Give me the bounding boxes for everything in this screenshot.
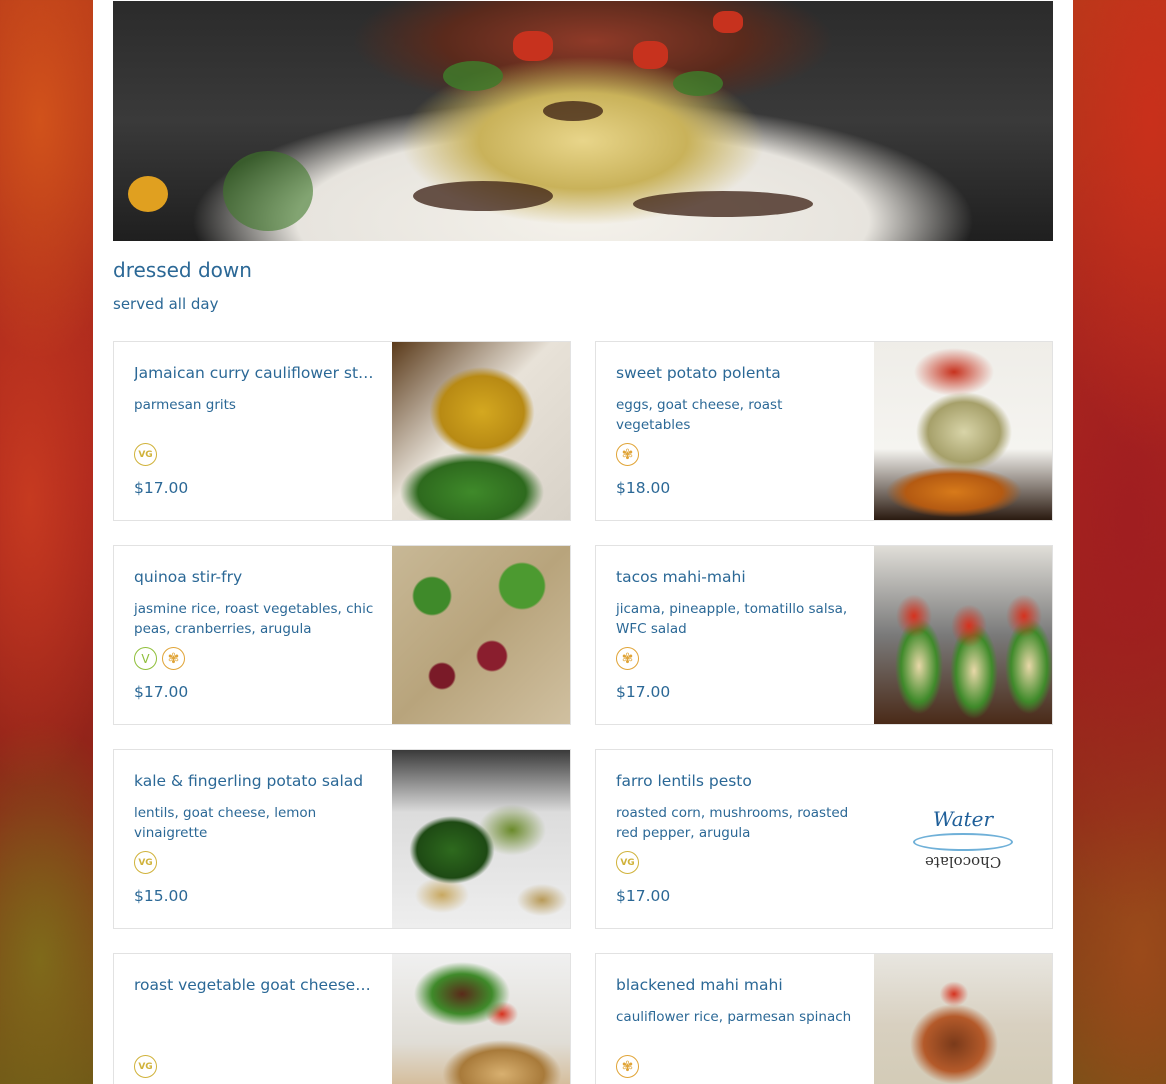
menu-item-name: Jamaican curry cauliflower steak <box>134 364 374 382</box>
menu-item-price: $17.00 <box>134 479 189 497</box>
menu-item-description: eggs, goat cheese, roast vegetables <box>616 397 783 433</box>
menu-item-price: $17.00 <box>616 887 671 905</box>
gluten-free-icon: ✾ <box>616 647 639 670</box>
gluten-free-icon: ✾ <box>162 647 185 670</box>
menu-item-name: quinoa stir-fry <box>134 568 243 586</box>
menu-item-description: jicama, pineapple, tomatillo salsa, WFC … <box>616 601 848 637</box>
mahi-photo <box>874 954 1052 1084</box>
section-title: dressed down <box>113 258 252 282</box>
diet-icons: VG <box>616 851 639 874</box>
diet-icons: VG <box>134 851 157 874</box>
menu-item-name: sweet potato polenta <box>616 364 781 382</box>
logo-text-inverted: Chocolate <box>924 853 1002 871</box>
menu-item-card[interactable]: Jamaican curry cauliflower steak parmesa… <box>113 341 571 521</box>
vegetarian-icon: VG <box>616 851 639 874</box>
gluten-free-icon: ✾ <box>616 443 639 466</box>
quinoa-photo <box>392 546 570 724</box>
menu-item-card[interactable]: farro lentils pesto roasted corn, mushro… <box>595 749 1053 929</box>
quesadilla-photo <box>392 954 570 1084</box>
vegetarian-icon: VG <box>134 443 157 466</box>
diet-icons: ✾ <box>616 1055 639 1078</box>
kale-salad-photo <box>392 750 570 928</box>
menu-item-description: jasmine rice, roast vegetables, chic pea… <box>134 601 374 637</box>
menu-item-name: tacos mahi-mahi <box>616 568 746 586</box>
menu-page: dressed down served all day Jamaican cur… <box>93 0 1073 1084</box>
menu-item-card[interactable]: quinoa stir-fry jasmine rice, roast vege… <box>113 545 571 725</box>
menu-item-description: lentils, goat cheese, lemon vinaigrette <box>134 805 317 841</box>
menu-item-description: roasted corn, mushrooms, roasted red pep… <box>616 805 849 841</box>
menu-item-price: $18.00 <box>616 479 671 497</box>
menu-item-card[interactable]: blackened mahi mahi cauliflower rice, pa… <box>595 953 1053 1084</box>
menu-item-card[interactable]: kale & fingerling potato salad lentils, … <box>113 749 571 929</box>
section-subtitle: served all day <box>113 295 219 313</box>
tacos-photo <box>874 546 1052 724</box>
page-background: { "hero": { "image": "hero-dish-photo" }… <box>0 0 1166 1084</box>
menu-item-description: parmesan grits <box>134 397 236 413</box>
menu-item-card[interactable]: sweet potato polenta eggs, goat cheese, … <box>595 341 1053 521</box>
hero-image <box>113 1 1053 241</box>
diet-icons: VG <box>134 1055 157 1078</box>
logo-ripple-icon <box>913 833 1013 851</box>
menu-item-card[interactable]: roast vegetable goat cheese quesadilla V… <box>113 953 571 1084</box>
menu-item-name: kale & fingerling potato salad <box>134 772 364 790</box>
menu-item-price: $17.00 <box>134 683 189 701</box>
gluten-free-icon: ✾ <box>616 1055 639 1078</box>
diet-icons: VG <box>134 443 157 466</box>
menu-item-name: farro lentils pesto <box>616 772 752 790</box>
menu-item-description: cauliflower rice, parmesan spinach <box>616 1009 852 1025</box>
menu-item-name: blackened mahi mahi <box>616 976 783 994</box>
water-chocolate-logo: Water Chocolate <box>874 750 1052 928</box>
curry-cauliflower-photo <box>392 342 570 520</box>
vegan-icon: V <box>134 647 157 670</box>
logo-text: Water <box>932 807 994 831</box>
menu-item-card[interactable]: tacos mahi-mahi jicama, pineapple, tomat… <box>595 545 1053 725</box>
diet-icons: ✾ <box>616 647 639 670</box>
vegetarian-icon: VG <box>134 851 157 874</box>
polenta-photo <box>874 342 1052 520</box>
menu-item-price: $15.00 <box>134 887 189 905</box>
diet-icons: ✾ <box>616 443 639 466</box>
menu-item-name: roast vegetable goat cheese quesadilla <box>134 976 374 994</box>
diet-icons: V ✾ <box>134 647 185 670</box>
menu-item-price: $17.00 <box>616 683 671 701</box>
vegetarian-icon: VG <box>134 1055 157 1078</box>
